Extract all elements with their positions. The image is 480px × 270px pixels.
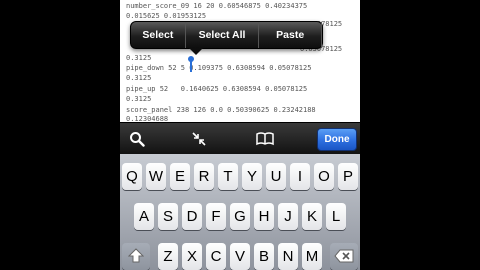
paste-button[interactable]: Paste — [259, 22, 322, 48]
doc-line: pipe_down 52 5 0.109375 0.6308594 0.0507… — [126, 64, 312, 72]
collapse-icon[interactable] — [190, 130, 208, 148]
doc-line: 0.3125 — [126, 74, 152, 82]
key-d[interactable]: D — [182, 203, 202, 230]
book-icon[interactable] — [256, 130, 274, 148]
key-j[interactable]: J — [278, 203, 298, 230]
doc-line: 0.12304688 — [126, 115, 169, 122]
key-f[interactable]: F — [206, 203, 226, 230]
key-o[interactable]: O — [314, 163, 334, 190]
doc-line: 0.015625 0.01953125 — [126, 12, 207, 20]
done-button[interactable]: Done — [317, 128, 357, 151]
key-l[interactable]: L — [326, 203, 346, 230]
key-p[interactable]: P — [338, 163, 358, 190]
key-k[interactable]: K — [302, 203, 322, 230]
keyboard-accessory-bar: Done — [120, 122, 360, 155]
key-h[interactable]: H — [254, 203, 274, 230]
edit-menu: Select Select All Paste — [130, 21, 323, 55]
select-all-button[interactable]: Select All — [186, 22, 260, 48]
key-c[interactable]: C — [206, 243, 226, 270]
key-r[interactable]: R — [194, 163, 214, 190]
doc-line: number_score_09 16 20 0.60546875 0.40234… — [126, 2, 308, 10]
delete-icon — [334, 249, 354, 263]
text-document[interactable]: number_score_09 16 20 0.60546875 0.40234… — [120, 0, 360, 122]
key-s[interactable]: S — [158, 203, 178, 230]
key-i[interactable]: I — [290, 163, 310, 190]
delete-key[interactable] — [330, 243, 358, 270]
key-z[interactable]: Z — [158, 243, 178, 270]
select-button[interactable]: Select — [131, 22, 186, 48]
menu-pointer-arrow — [189, 48, 203, 55]
search-icon[interactable] — [128, 130, 146, 148]
key-v[interactable]: V — [230, 243, 250, 270]
key-g[interactable]: G — [230, 203, 250, 230]
key-a[interactable]: A — [134, 203, 154, 230]
key-n[interactable]: N — [278, 243, 298, 270]
text-cursor[interactable] — [188, 56, 194, 72]
key-q[interactable]: Q — [122, 163, 142, 190]
key-x[interactable]: X — [182, 243, 202, 270]
doc-line: 0.3125 — [126, 54, 152, 62]
phone-screen: number_score_09 16 20 0.60546875 0.40234… — [120, 0, 360, 270]
key-m[interactable]: M — [302, 243, 322, 270]
key-w[interactable]: W — [146, 163, 166, 190]
key-t[interactable]: T — [218, 163, 238, 190]
key-y[interactable]: Y — [242, 163, 262, 190]
shift-key[interactable] — [122, 243, 150, 270]
doc-line: 0.3125 — [126, 95, 152, 103]
key-e[interactable]: E — [170, 163, 190, 190]
key-u[interactable]: U — [266, 163, 286, 190]
key-b[interactable]: B — [254, 243, 274, 270]
doc-line: pipe_up 52 0.1640625 0.6308594 0.0507812… — [126, 85, 308, 93]
shift-icon — [127, 248, 145, 263]
keyboard: Q W E R T Y U I O P A S D F G H J K L Z … — [120, 154, 360, 270]
